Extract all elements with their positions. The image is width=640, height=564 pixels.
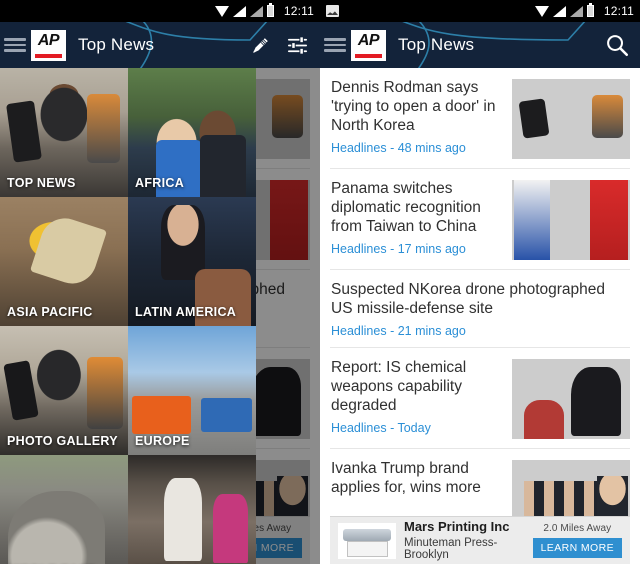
sidebar-item-top-news[interactable]: TOP NEWS <box>0 68 128 197</box>
ad-banner[interactable]: Mars Printing Inc Minuteman Press- Brook… <box>330 516 630 564</box>
news-text: Ivanka Trump brand applies for, wins mor… <box>331 460 504 498</box>
navigation-drawer: TOP NEWS AFRICA ASIA PACIFIC LATIN AMERI… <box>0 68 256 564</box>
tile-label: AFRICA <box>135 176 185 190</box>
signal-icon <box>552 5 566 17</box>
tile-art <box>128 455 256 564</box>
filter-sliders-icon[interactable] <box>284 32 310 58</box>
sidebar-item-asia-pacific[interactable]: ASIA PACIFIC <box>0 197 128 326</box>
ap-logo[interactable]: AP <box>31 29 66 61</box>
news-thumbnail <box>512 358 630 439</box>
news-meta: Headlines - 21 mins ago <box>331 323 466 338</box>
dual-screenshot: 12:11 AP Top News 2.0 Miles Away LEARN M… <box>0 0 640 564</box>
sidebar-item-europe[interactable]: EUROPE <box>128 326 256 455</box>
news-title: Panama switches diplomatic recognition f… <box>331 180 481 235</box>
news-item[interactable]: Dennis Rodman says 'trying to open a doo… <box>320 68 640 168</box>
hamburger-icon[interactable] <box>324 38 346 52</box>
news-item[interactable]: Suspected NKorea drone photographed US m… <box>320 270 640 347</box>
signal-icon <box>249 5 263 17</box>
news-title: Suspected NKorea drone photographed US m… <box>331 281 606 317</box>
ad-subtitle: Minuteman Press- Brooklyn <box>404 536 498 561</box>
battery-icon <box>586 3 594 17</box>
ap-logo[interactable]: AP <box>351 29 386 61</box>
ad-image <box>338 522 396 559</box>
news-thumbnail <box>512 79 630 159</box>
news-thumbnail <box>512 180 630 260</box>
search-icon[interactable] <box>604 32 630 58</box>
status-time: 12:11 <box>603 4 634 18</box>
news-meta: Headlines - 48 mins ago <box>331 140 466 155</box>
hamburger-icon[interactable] <box>4 38 26 52</box>
status-time: 12:11 <box>283 4 314 18</box>
tile-label: LATIN AMERICA <box>135 305 237 319</box>
signal-icon <box>569 5 583 17</box>
tile-label: EUROPE <box>135 434 190 448</box>
page-title: Top News <box>398 35 475 54</box>
news-text: Panama switches diplomatic recognition f… <box>331 180 504 256</box>
news-meta: Headlines - 17 mins ago <box>331 241 466 256</box>
news-item[interactable]: Report: IS chemical weapons capability d… <box>320 348 640 448</box>
news-title: Dennis Rodman says 'trying to open a doo… <box>331 79 496 134</box>
status-bar-left: 12:11 <box>0 0 320 22</box>
status-icons-right: 12:11 <box>534 3 634 18</box>
tile-art <box>0 455 128 564</box>
wifi-icon <box>214 5 229 17</box>
status-icons-left: 12:11 <box>214 3 314 18</box>
sidebar-item-north-america[interactable]: NORTH AMERICA <box>128 455 256 564</box>
ad-body: Mars Printing Inc Minuteman Press- Brook… <box>404 519 525 561</box>
category-tile-grid: TOP NEWS AFRICA ASIA PACIFIC LATIN AMERI… <box>0 68 256 564</box>
ap-logo-text: AP <box>357 31 380 49</box>
tile-label: PHOTO GALLERY <box>7 434 118 448</box>
news-item[interactable]: Panama switches diplomatic recognition f… <box>320 169 640 269</box>
ad-title: Mars Printing Inc <box>404 519 510 535</box>
sidebar-item-photo-gallery[interactable]: PHOTO GALLERY <box>0 326 128 455</box>
status-bar-right: 12:11 <box>320 0 640 22</box>
appbar-actions-right <box>604 32 640 58</box>
app-bar-right: AP Top News <box>320 22 640 68</box>
left-phone-screen: 12:11 AP Top News 2.0 Miles Away LEARN M… <box>0 0 320 564</box>
ad-distance: 2.0 Miles Away <box>543 523 612 534</box>
news-text: Dennis Rodman says 'trying to open a doo… <box>331 79 504 155</box>
signal-icon <box>232 5 246 17</box>
battery-icon <box>266 3 274 17</box>
news-list[interactable]: Dennis Rodman says 'trying to open a doo… <box>320 68 640 564</box>
sidebar-item-africa[interactable]: AFRICA <box>128 68 256 197</box>
right-phone-screen: 12:11 AP Top News Dennis Rodman says 'tr… <box>320 0 640 564</box>
sidebar-item-latin-america[interactable]: LATIN AMERICA <box>128 197 256 326</box>
sidebar-item-middle-east[interactable]: MIDDLE EAST <box>0 455 128 564</box>
news-title: Report: IS chemical weapons capability d… <box>331 358 467 414</box>
ad-right: 2.0 Miles Away LEARN MORE <box>532 523 622 558</box>
news-text: Suspected NKorea drone photographed US m… <box>331 281 630 338</box>
status-notifications <box>326 0 339 22</box>
ap-logo-bar <box>355 53 382 58</box>
news-meta: Headlines - Today <box>331 420 431 435</box>
ap-logo-text: AP <box>37 31 60 49</box>
photo-notification-icon <box>326 5 339 17</box>
news-title: Ivanka Trump brand applies for, wins mor… <box>331 459 481 496</box>
app-bar-left: AP Top News <box>0 22 320 68</box>
tile-label: TOP NEWS <box>7 176 76 190</box>
appbar-actions-left <box>248 32 320 58</box>
tile-label: ASIA PACIFIC <box>7 305 93 319</box>
ap-logo-bar <box>35 53 62 58</box>
wifi-icon <box>534 5 549 17</box>
edit-pencil-icon[interactable] <box>248 32 274 58</box>
news-text: Report: IS chemical weapons capability d… <box>331 359 504 435</box>
learn-more-button[interactable]: LEARN MORE <box>532 538 622 558</box>
page-title: Top News <box>78 35 155 54</box>
